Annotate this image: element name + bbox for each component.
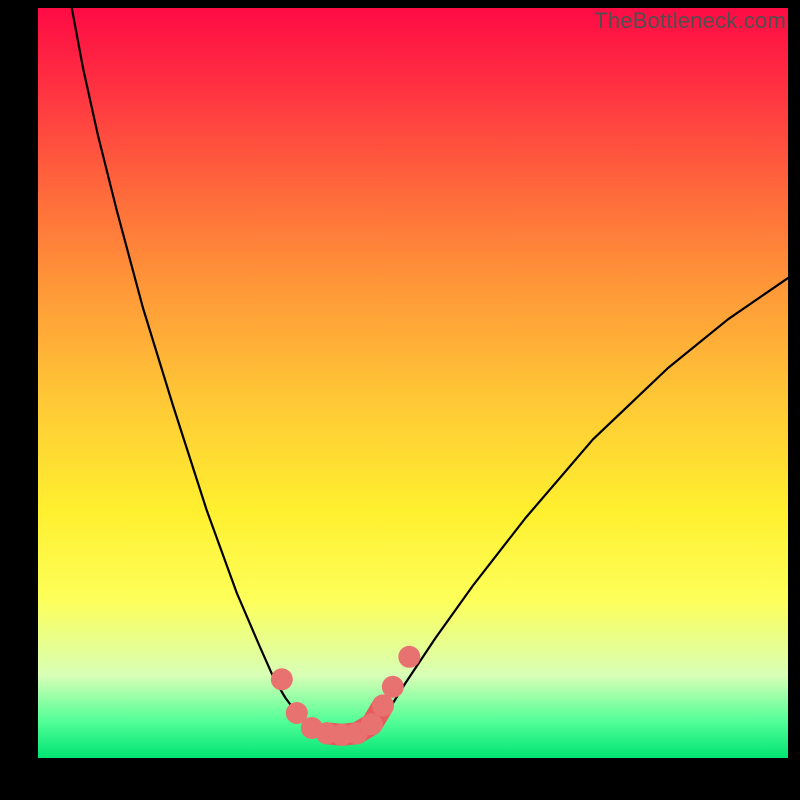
valley-marker-dot [382,676,404,698]
watermark-text: TheBottleneck.com [594,8,786,34]
bottleneck-curve [372,278,788,736]
valley-marker-dot [398,646,420,668]
markers-layer [271,646,421,746]
chart-svg [38,8,788,758]
valley-marker-dot [372,695,394,717]
chart-frame: TheBottleneck.com [0,0,800,800]
curve-layer [72,8,788,736]
valley-marker-dot [361,713,383,735]
bottleneck-curve [72,8,327,736]
chart-plot-area [38,8,788,758]
valley-marker-dot [271,668,293,690]
